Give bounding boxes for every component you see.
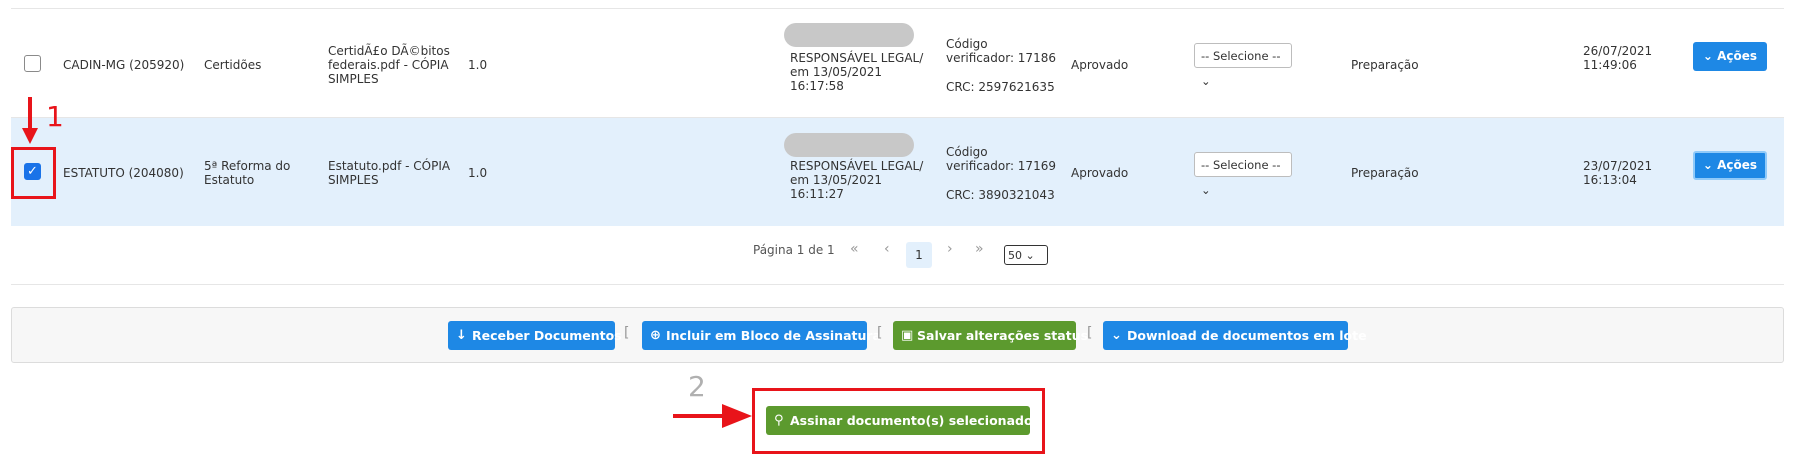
annotation-arrows <box>22 97 752 428</box>
red-arrow-right-icon <box>673 404 752 428</box>
red-arrow-down-icon <box>22 97 38 144</box>
